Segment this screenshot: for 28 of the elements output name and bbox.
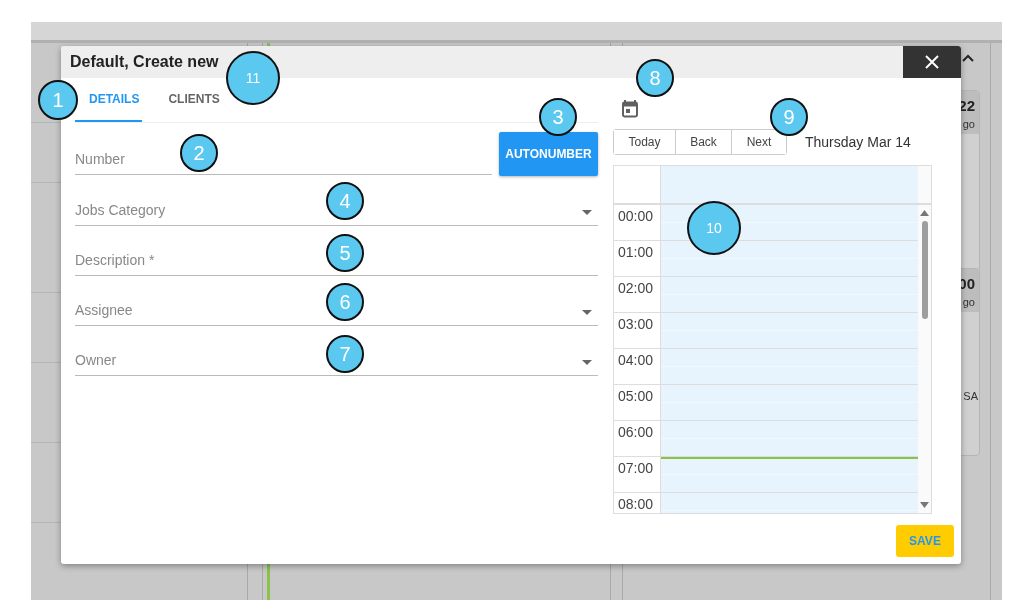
time-label: 03:00 — [614, 312, 660, 349]
chevron-up-icon[interactable] — [962, 54, 974, 62]
card-subtitle: go — [962, 118, 975, 130]
scroll-up-icon[interactable] — [920, 209, 929, 216]
scroll-down-icon[interactable] — [920, 502, 929, 508]
date-label: Thursday Mar 14 — [805, 133, 911, 150]
card-text: SA — [963, 390, 978, 402]
scrollbar-thumb[interactable] — [921, 220, 928, 319]
scrollbar-gutter — [918, 165, 931, 203]
time-label: 07:00 — [614, 456, 660, 493]
time-label: 06:00 — [614, 420, 660, 457]
time-label: 04:00 — [614, 348, 660, 385]
tab[interactable]: CLIENTS — [154, 78, 223, 122]
caret-icon — [582, 210, 592, 215]
time-label: 01:00 — [614, 240, 660, 277]
close-icon[interactable] — [925, 55, 939, 69]
time-label: 02:00 — [614, 276, 660, 313]
caret-icon — [582, 310, 592, 315]
dialog-title: Default, Create new — [69, 53, 220, 71]
calendar-icon[interactable] — [622, 100, 638, 118]
close-button[interactable] — [903, 46, 961, 78]
time-label: 08:00 — [614, 492, 660, 513]
time-label: 05:00 — [614, 384, 660, 421]
toolbar-button[interactable]: Today — [614, 129, 676, 154]
autonumber-button[interactable]: AUTONUMBER — [499, 132, 598, 176]
time-label: 00:00 — [614, 204, 660, 241]
card-subtitle: go — [962, 296, 975, 308]
caret-icon — [582, 360, 592, 365]
